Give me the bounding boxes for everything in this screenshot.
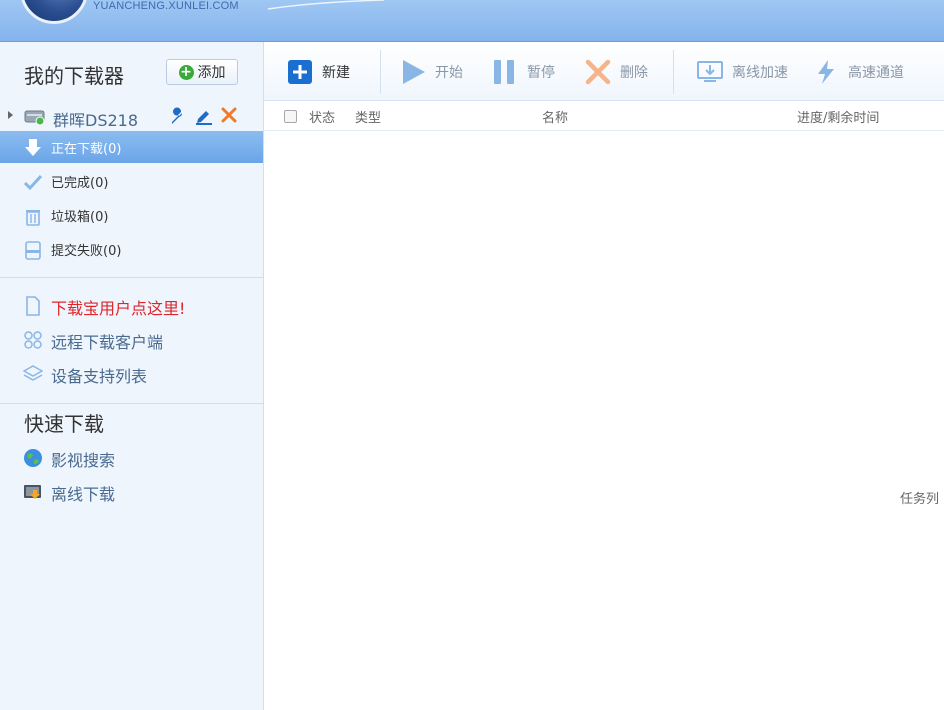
nav-completed[interactable]: 已完成(0) — [0, 165, 263, 197]
wrench-icon[interactable] — [169, 107, 187, 125]
sidebar-divider — [0, 403, 263, 404]
nav-downloading[interactable]: 正在下载(0) — [0, 131, 263, 163]
document-icon — [26, 296, 40, 316]
pause-icon — [494, 60, 514, 84]
column-progress[interactable]: 进度/剩余时间 — [797, 107, 879, 126]
nav-label: 垃圾箱(0) — [51, 209, 109, 225]
client-grid-icon — [24, 331, 42, 349]
link-label: 设备支持列表 — [51, 367, 148, 386]
sidebar-title: 我的下载器 — [24, 64, 124, 88]
layers-icon — [23, 365, 43, 381]
sidebar-divider — [0, 277, 263, 278]
toolbar-separator — [673, 50, 674, 94]
delete-label: 删除 — [620, 65, 648, 81]
start-button[interactable]: 开始 — [399, 56, 463, 88]
expand-arrow-icon[interactable] — [8, 111, 13, 119]
nas-device-icon — [24, 110, 45, 126]
nav-trash[interactable]: 垃圾箱(0) — [0, 199, 263, 231]
logo-text: YUANCHENG.XUNLEI.COM — [93, 0, 239, 12]
highspeed-button[interactable]: 高速通道 — [812, 56, 904, 88]
lightning-icon — [818, 60, 834, 84]
plus-icon — [288, 60, 312, 84]
edit-pencil-icon[interactable] — [195, 107, 213, 125]
header-swoosh-decoration — [267, 0, 385, 10]
link-xiazaibao-users[interactable]: 下载宝用户点这里! — [0, 290, 263, 322]
nav-label: 正在下载(0) — [51, 141, 122, 157]
quick-download-title: 快速下载 — [24, 412, 104, 436]
device-name: 群晖DS218 — [53, 111, 139, 130]
download-arrow-icon — [25, 139, 41, 156]
link-device-support[interactable]: 设备支持列表 — [0, 358, 263, 390]
link-label: 影视搜索 — [51, 451, 116, 470]
nav-failed[interactable]: 提交失败(0) — [0, 233, 263, 265]
sidebar: 我的下载器 + 添加 群晖DS218 正在下载(0) 已完成(0) 垃圾箱(0)… — [0, 42, 264, 710]
play-icon — [403, 60, 425, 84]
toolbar-separator — [380, 50, 381, 94]
column-type[interactable]: 类型 — [355, 107, 381, 126]
nav-label: 已完成(0) — [51, 175, 109, 191]
delete-button[interactable]: 删除 — [584, 56, 648, 88]
new-task-button[interactable]: 新建 — [286, 56, 350, 88]
offline-label: 离线加速 — [732, 65, 788, 81]
empty-task-hint: 任务列 — [900, 492, 940, 507]
device-row[interactable]: 群晖DS218 — [0, 104, 263, 130]
failed-document-icon — [25, 241, 41, 260]
toolbar: 新建 开始 暂停 删除 离线加速 高速通道 — [264, 42, 944, 101]
trash-icon — [26, 210, 40, 226]
monitor-download-icon — [697, 61, 723, 82]
highspeed-label: 高速通道 — [848, 65, 904, 81]
pause-button[interactable]: 暂停 — [491, 56, 555, 88]
select-all-checkbox[interactable] — [284, 110, 297, 123]
add-downloader-button[interactable]: + 添加 — [166, 59, 238, 85]
link-offline-download[interactable]: 离线下载 — [0, 476, 263, 508]
new-label: 新建 — [322, 65, 350, 81]
xunlei-logo — [20, 0, 88, 24]
task-table-header: 状态 类型 名称 进度/剩余时间 — [264, 101, 944, 131]
check-icon — [23, 174, 43, 191]
app-header: YUANCHENG.XUNLEI.COM — [0, 0, 944, 42]
start-label: 开始 — [435, 65, 463, 81]
link-video-search[interactable]: 影视搜索 — [0, 442, 263, 474]
link-label: 离线下载 — [51, 485, 116, 504]
offline-download-icon — [24, 485, 41, 499]
add-label: 添加 — [197, 65, 226, 81]
link-remote-client[interactable]: 远程下载客户端 — [0, 324, 263, 356]
offline-accel-button[interactable]: 离线加速 — [696, 56, 788, 88]
nav-label: 提交失败(0) — [51, 243, 122, 259]
delete-x-icon — [585, 59, 611, 85]
link-label: 远程下载客户端 — [51, 333, 164, 352]
close-icon[interactable] — [221, 107, 237, 123]
column-status[interactable]: 状态 — [309, 107, 335, 126]
pause-label: 暂停 — [527, 65, 555, 81]
link-label: 下载宝用户点这里! — [51, 299, 186, 318]
plus-circle-icon: + — [178, 63, 194, 80]
column-name[interactable]: 名称 — [542, 107, 568, 126]
globe-icon — [24, 449, 42, 467]
